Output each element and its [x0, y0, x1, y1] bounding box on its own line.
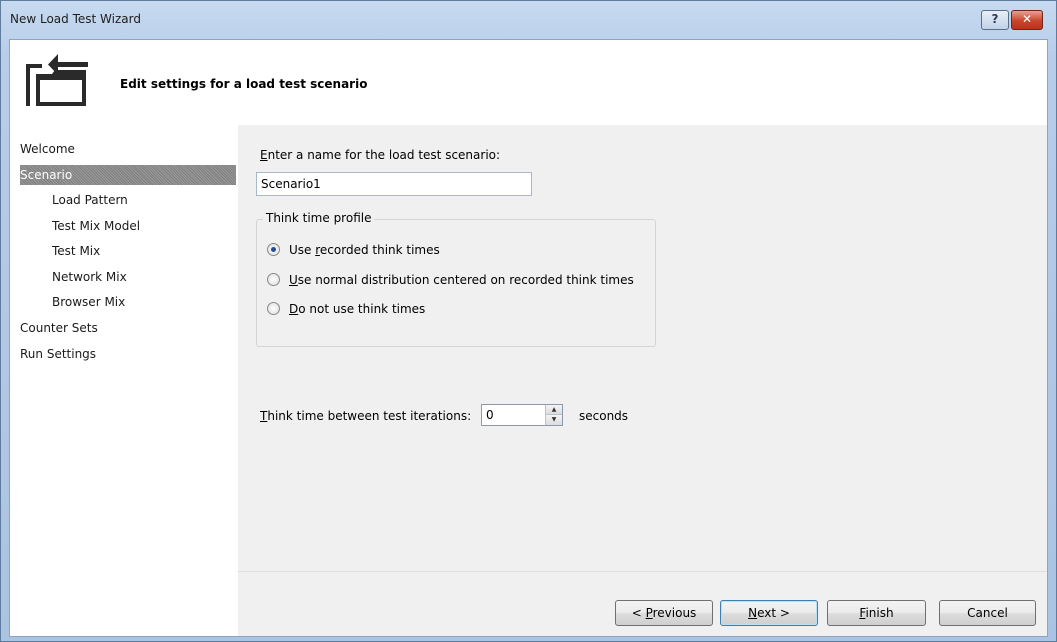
seconds-label: seconds [579, 409, 629, 423]
previous-button-text: revious [652, 606, 697, 620]
scenario-name-label-hotkey: E [260, 148, 268, 162]
next-button-hotkey: N [748, 606, 758, 620]
iterations-label-text: hink time between test iterations: [267, 409, 472, 423]
page-title: Edit settings for a load test scenario [120, 77, 368, 91]
radio-label-hotkey: U [289, 273, 298, 287]
finish-button-text: inish [865, 606, 894, 620]
think-time-profile-group: Think time profile Use recorded think ti… [256, 211, 656, 347]
nav-item-counter-sets[interactable]: Counter Sets [20, 318, 98, 338]
nav-item-load-pattern[interactable]: Load Pattern [52, 190, 128, 210]
wizard-nav: Welcome Scenario Load Pattern Test Mix M… [10, 125, 238, 636]
wizard-folder-icon [26, 54, 88, 106]
nav-item-run-settings[interactable]: Run Settings [20, 344, 96, 364]
radio-label-part: se normal distribution centered on recor… [297, 273, 634, 287]
radio-label-part: o not use think times [298, 302, 426, 316]
radio-normal-distribution[interactable]: Use normal distribution centered on reco… [267, 271, 634, 289]
window-title: New Load Test Wizard [10, 12, 141, 26]
previous-button-prefix: < [631, 606, 646, 620]
close-button[interactable]: ✕ [1011, 10, 1043, 30]
radio-label-part: Use [289, 243, 316, 257]
radio-unselected-indicator[interactable] [267, 302, 280, 315]
radio-do-not-use-think-times[interactable]: Do not use think times [267, 300, 425, 318]
nav-item-test-mix[interactable]: Test Mix [52, 241, 100, 261]
nav-item-scenario[interactable]: Scenario [20, 165, 236, 185]
finish-button[interactable]: Finish [827, 600, 926, 626]
scenario-name-label: Enter a name for the load test scenario: [260, 148, 500, 162]
previous-button-hotkey: P [645, 606, 653, 620]
radio-use-recorded-think-times[interactable]: Use recorded think times [267, 241, 440, 259]
wizard-window: New Load Test Wizard ? ✕ Edit settings f… [0, 0, 1057, 642]
help-icon: ? [991, 12, 999, 26]
spinner-buttons: ▲ ▼ [545, 405, 562, 425]
help-button[interactable]: ? [981, 10, 1009, 30]
radio-label-hotkey: D [289, 302, 299, 316]
nav-item-test-mix-model[interactable]: Test Mix Model [52, 216, 140, 236]
think-time-iterations-label: Think time between test iterations: [260, 409, 471, 423]
scenario-name-label-text: nter a name for the load test scenario: [267, 148, 501, 162]
think-time-iterations-spinner[interactable]: 0 ▲ ▼ [481, 404, 563, 426]
wizard-header: Edit settings for a load test scenario [10, 40, 1047, 125]
cancel-button[interactable]: Cancel [939, 600, 1036, 626]
radio-label-part: ecorded think times [319, 243, 440, 257]
settings-panel: Enter a name for the load test scenario:… [238, 125, 1047, 636]
radio-unselected-indicator[interactable] [267, 273, 280, 286]
button-bar: < Previous Next > Finish Cancel [238, 571, 1047, 637]
previous-button[interactable]: < Previous [615, 600, 713, 626]
nav-item-browser-mix[interactable]: Browser Mix [52, 292, 125, 312]
nav-item-network-mix[interactable]: Network Mix [52, 267, 127, 287]
spin-up-icon[interactable]: ▲ [546, 405, 562, 415]
think-time-profile-title: Think time profile [263, 211, 375, 225]
wizard-client-area: Edit settings for a load test scenario W… [9, 39, 1048, 637]
next-button[interactable]: Next > [720, 600, 818, 626]
nav-item-welcome[interactable]: Welcome [20, 139, 75, 159]
spinner-value[interactable]: 0 [486, 408, 494, 422]
next-button-text: ext > [757, 606, 790, 620]
title-bar: New Load Test Wizard ? ✕ [1, 1, 1056, 37]
close-icon: ✕ [1021, 12, 1033, 26]
radio-selected-indicator[interactable] [267, 243, 280, 256]
spin-down-icon[interactable]: ▼ [546, 415, 562, 425]
scenario-name-input[interactable] [256, 172, 532, 196]
